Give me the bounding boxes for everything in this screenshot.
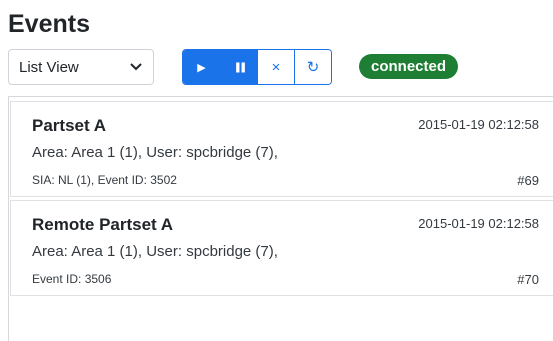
stream-controls: ▶ ❚❚ × ↻	[182, 49, 332, 85]
event-number: #70	[517, 272, 539, 287]
page-title: Events	[8, 10, 90, 38]
event-item[interactable]: Remote Partset A 2015-01-19 02:12:58 Are…	[10, 200, 553, 296]
event-timestamp: 2015-01-19 02:12:58	[418, 216, 539, 231]
close-icon: ×	[271, 58, 281, 76]
refresh-icon: ↻	[306, 59, 320, 76]
play-icon: ▶	[197, 61, 206, 74]
event-title: Partset A	[32, 116, 107, 135]
play-button[interactable]: ▶	[183, 50, 220, 84]
event-detail: Area: Area 1 (1), User: spcbridge (7),	[32, 144, 278, 161]
event-meta: SIA: NL (1), Event ID: 3502	[32, 173, 177, 187]
pause-icon: ❚❚	[233, 61, 248, 73]
pause-button[interactable]: ❚❚	[220, 50, 257, 84]
event-number: #69	[517, 173, 539, 188]
event-item[interactable]: Partset A 2015-01-19 02:12:58 Area: Area…	[10, 101, 553, 197]
event-title: Remote Partset A	[32, 215, 174, 234]
event-list[interactable]: Partset A 2015-01-19 02:12:58 Area: Area…	[8, 96, 553, 341]
event-detail: Area: Area 1 (1), User: spcbridge (7),	[32, 243, 278, 260]
chevron-down-icon	[130, 63, 142, 71]
view-select[interactable]: List View	[8, 49, 154, 85]
refresh-button[interactable]: ↻	[294, 50, 331, 84]
event-meta: Event ID: 3506	[32, 272, 112, 286]
status-badge: connected	[359, 54, 459, 79]
event-timestamp: 2015-01-19 02:12:58	[418, 117, 539, 132]
clear-button[interactable]: ×	[257, 50, 294, 84]
view-select-value: List View	[19, 58, 79, 76]
